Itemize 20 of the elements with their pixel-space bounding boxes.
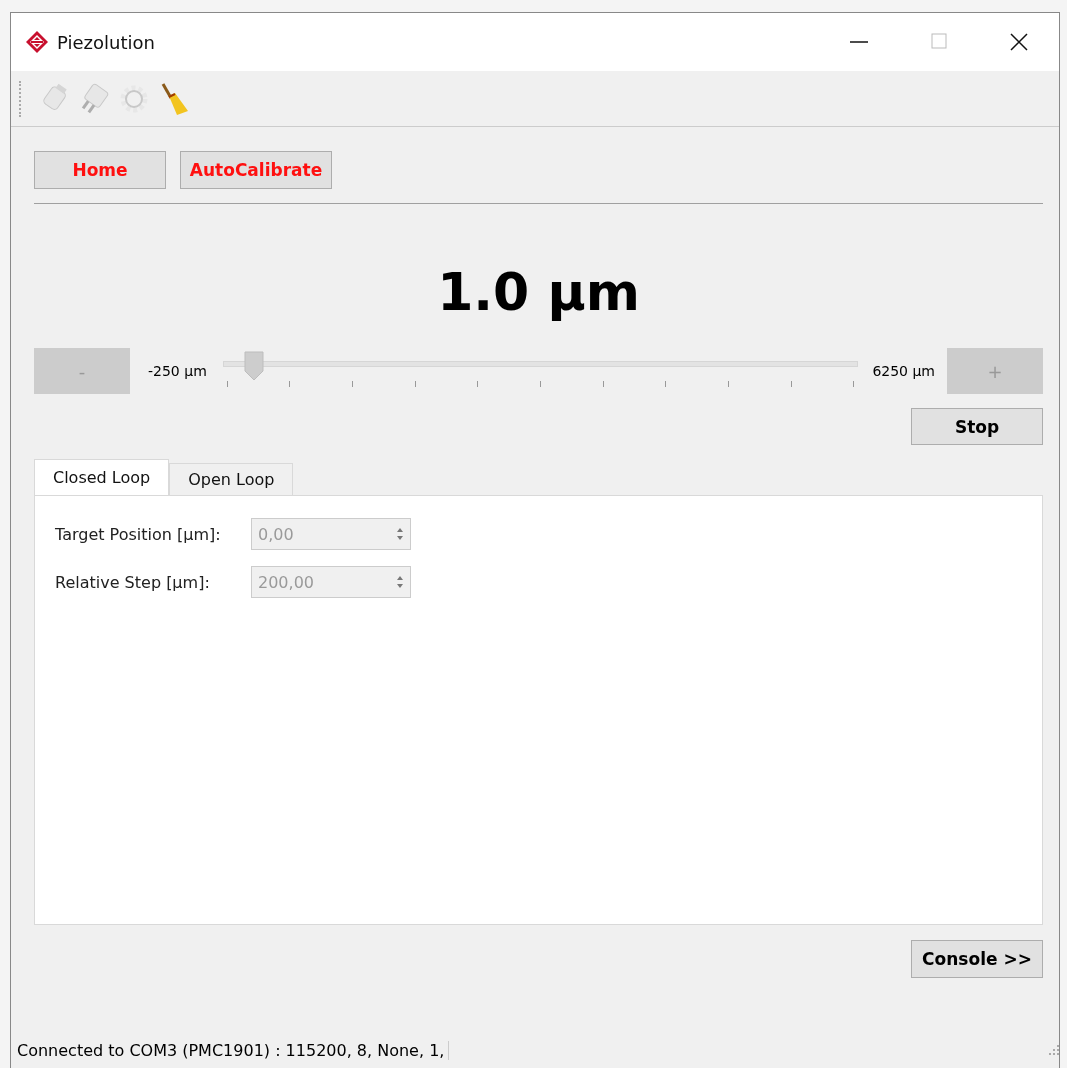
- maximize-icon[interactable]: [931, 33, 947, 49]
- range-min-label: -250 µm: [148, 363, 207, 379]
- window-title: Piezolution: [57, 31, 155, 53]
- field-label: Target Position [µm]:: [55, 524, 222, 544]
- app-logo-icon: [25, 30, 49, 54]
- spinner-arrows-icon[interactable]: [396, 575, 404, 589]
- stop-button[interactable]: Stop: [911, 408, 1043, 445]
- action-button[interactable]: AutoCalibrate: [180, 151, 332, 189]
- console-button[interactable]: Console >>: [911, 940, 1043, 978]
- status-text: Connected to COM3 (PMC1901) : 115200, 8, None, 1,: [17, 1040, 450, 1060]
- field-label: Relative Step [µm]:: [55, 572, 211, 592]
- range-max-label: 6250 µm: [872, 363, 935, 379]
- action-button[interactable]: Home: [34, 151, 166, 189]
- resize-grip-icon[interactable]: [1049, 1045, 1059, 1055]
- slider-thumb[interactable]: [243, 351, 264, 381]
- position-readout: 1.0 µm: [436, 262, 641, 324]
- spinner-arrows-icon[interactable]: [396, 527, 404, 541]
- close-icon[interactable]: [1010, 33, 1028, 51]
- tab[interactable]: Open Loop: [169, 463, 294, 495]
- tab[interactable]: Closed Loop: [34, 459, 170, 495]
